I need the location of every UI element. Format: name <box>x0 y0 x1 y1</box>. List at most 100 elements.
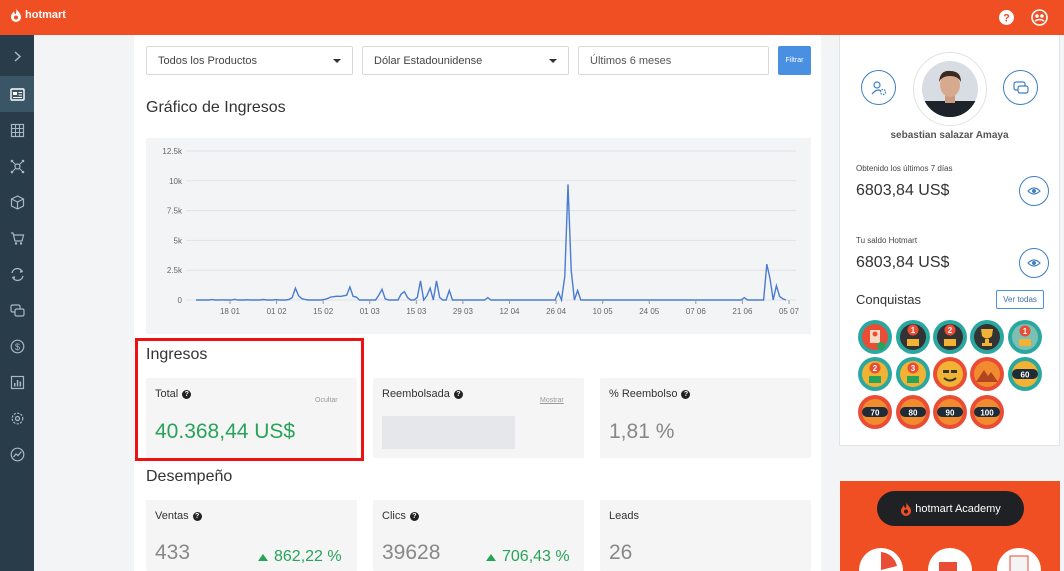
refund-pct-label: % Reembolso? <box>609 388 691 400</box>
badge-number: 60 <box>1021 371 1030 380</box>
badge-mountain-icon <box>974 361 1000 387</box>
toggle-balance-visibility[interactable] <box>1019 248 1049 278</box>
badge-level-1-icon: 1 <box>1012 324 1038 350</box>
trend-icon <box>10 447 24 461</box>
x-tick-label: 01 03 <box>360 307 381 316</box>
sidebar-item-marketplace[interactable] <box>0 184 34 220</box>
leads-value: 26 <box>609 541 633 564</box>
y-tick-label: 12.5k <box>162 147 183 156</box>
badge-number: 1 <box>911 326 916 335</box>
sidebar-item-finances[interactable]: $ <box>0 328 34 364</box>
badge-100-icon: 100 <box>974 399 1000 425</box>
earned-value: 6803,84 US$ <box>856 182 950 199</box>
help-icon[interactable]: ? <box>192 511 202 521</box>
badge-number: 100 <box>980 409 994 418</box>
badge-number: 90 <box>946 409 955 418</box>
hotmart-logo[interactable]: hotmart <box>10 8 66 22</box>
badge-level-3-icon: 3 <box>900 361 926 387</box>
x-tick-label: 15 03 <box>406 307 427 316</box>
achievement-badge[interactable] <box>933 357 967 391</box>
badge-number: 3 <box>911 364 916 373</box>
help-icon[interactable]: ? <box>681 389 691 399</box>
sales-value: 433 <box>155 541 191 564</box>
academy-button[interactable]: hotmart Academy <box>877 491 1024 526</box>
sidebar-item-dashboard[interactable] <box>0 76 34 112</box>
achievement-badge[interactable]: 80 <box>896 395 930 429</box>
achievement-badge[interactable]: 90 <box>933 395 967 429</box>
achievements-title: Conquistas <box>856 292 922 307</box>
svg-text:$: $ <box>14 341 19 351</box>
badge-level-2-icon: 2 <box>862 361 888 387</box>
box-icon <box>10 194 24 210</box>
x-tick-label: 29 03 <box>453 307 474 316</box>
y-tick-label: 10k <box>169 177 183 186</box>
highlight-box <box>135 338 364 461</box>
achievement-badge[interactable] <box>970 357 1004 391</box>
academy-label: hotmart Academy <box>915 502 1001 515</box>
help-icon[interactable]: ? <box>453 389 463 399</box>
achievement-badge[interactable]: 1 <box>896 320 930 354</box>
achievement-badge[interactable]: 3 <box>896 357 930 391</box>
trend-up-icon <box>486 553 496 561</box>
achievement-badge[interactable]: 60 <box>1008 357 1042 391</box>
see-all-button[interactable]: Ver todas <box>996 290 1044 309</box>
clicks-trend: 706,43 % <box>486 548 570 566</box>
clicks-value: 39628 <box>382 541 441 564</box>
y-tick-label: 2.5k <box>167 266 183 275</box>
help-icon[interactable]: ? <box>998 9 1015 26</box>
product-select[interactable]: Todos los Productos <box>146 46 353 75</box>
balance-value: 6803,84 US$ <box>856 254 950 271</box>
achievement-badge[interactable] <box>970 320 1004 354</box>
chevron-right-icon <box>13 50 21 62</box>
messages-button[interactable] <box>1003 70 1038 105</box>
x-tick-label: 12 04 <box>499 307 520 316</box>
achievement-badge[interactable] <box>858 320 892 354</box>
user-photo-icon <box>922 61 978 117</box>
badge-70-icon: 70 <box>862 399 888 425</box>
badge-number: 1 <box>1023 327 1028 336</box>
sidebar-item-analytics[interactable] <box>0 436 34 472</box>
network-icon <box>10 159 24 173</box>
sidebar: $ <box>0 35 34 571</box>
sidebar-item-sales[interactable] <box>0 220 34 256</box>
avatar[interactable] <box>913 52 987 126</box>
sidebar-item-products[interactable] <box>0 112 34 148</box>
sidebar-expand[interactable] <box>0 38 34 74</box>
refund-label: Reembolsada? <box>382 388 463 400</box>
achievement-badge[interactable]: 1 <box>1008 320 1042 354</box>
achievement-badge[interactable]: 70 <box>858 395 892 429</box>
product-select-value: Todos los Productos <box>158 54 258 67</box>
clicks-label: Clics? <box>382 510 419 522</box>
sidebar-item-settings[interactable] <box>0 400 34 436</box>
balance-label: Tu saldo Hotmart <box>856 236 918 245</box>
desempeno-title: Desempeño <box>146 468 233 485</box>
user-menu-icon[interactable] <box>1031 9 1048 26</box>
sidebar-item-affiliates[interactable] <box>0 148 34 184</box>
gear-icon <box>11 412 23 424</box>
filter-button[interactable]: Filtrar <box>778 46 811 75</box>
currency-select-value: Dólar Estadounidense <box>374 54 483 67</box>
x-tick-label: 21 06 <box>732 307 753 316</box>
x-tick-label: 07 06 <box>686 307 707 316</box>
x-tick-label: 18 01 <box>220 307 241 316</box>
revenue-chart-title: Gráfico de Ingresos <box>146 99 286 116</box>
logo-text: hotmart <box>25 9 66 21</box>
achievement-badge[interactable]: 2 <box>858 357 892 391</box>
account-settings-button[interactable] <box>861 70 896 105</box>
show-link[interactable]: Mostrar <box>540 397 564 404</box>
help-icon[interactable]: ? <box>409 511 419 521</box>
badge-number: 80 <box>909 409 918 418</box>
toggle-earned-visibility[interactable] <box>1019 176 1049 206</box>
period-input[interactable]: Últimos 6 meses <box>578 46 769 75</box>
bar-chart-icon <box>10 375 24 389</box>
achievement-badge[interactable]: 2 <box>933 320 967 354</box>
top-bar: hotmart ? <box>0 0 1064 35</box>
currency-select[interactable]: Dólar Estadounidense <box>362 46 569 75</box>
sidebar-item-reports[interactable] <box>0 364 34 400</box>
sidebar-item-messages[interactable] <box>0 292 34 328</box>
sidebar-item-subscriptions[interactable] <box>0 256 34 292</box>
achievement-badge[interactable]: 100 <box>970 395 1004 429</box>
hidden-value-placeholder <box>382 416 515 449</box>
dashboard-icon <box>9 87 25 101</box>
badge-profile-icon <box>862 324 888 350</box>
